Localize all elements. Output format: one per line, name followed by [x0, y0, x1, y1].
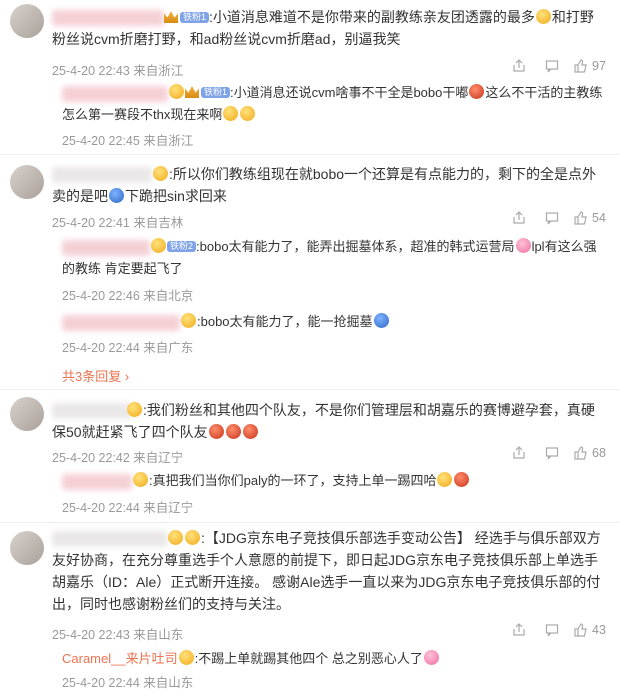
sub-comment-text: :bobo太有能力了，能一抢掘墓: [62, 311, 607, 333]
like-button[interactable]: 97: [574, 59, 606, 73]
sub-comment-meta: 25-4-20 22:44 来自山东: [62, 676, 194, 690]
fan-badge: 铁粉1: [201, 87, 231, 98]
sub-comment-text: Caramel__来片吐司:不踢上单就踢其他四个 总之别恶心人了: [62, 648, 607, 670]
comment-icon: [545, 60, 559, 73]
emoji-icon: [423, 650, 439, 665]
like-button[interactable]: 54: [574, 211, 606, 225]
divider: [0, 522, 620, 523]
thumbs-up-icon: [574, 211, 587, 225]
avatar[interactable]: [10, 397, 44, 431]
verified-icon: [185, 530, 200, 545]
verified-icon: [168, 530, 183, 545]
like-count: 54: [592, 211, 606, 225]
sub-comment-meta: 25-4-20 22:45 来自浙江: [62, 134, 194, 148]
emoji-icon: [223, 106, 239, 121]
verified-icon: [181, 313, 196, 328]
avatar[interactable]: [10, 165, 44, 199]
like-count: 97: [592, 59, 606, 73]
comment-text: :【JDG京东电子竞技俱乐部选手变动公告】 经选手与俱乐部双方友好协商，在充分尊…: [52, 530, 601, 612]
fan-badge: 铁粉2: [167, 241, 197, 252]
comment-meta: 25-4-20 22:42 来自辽宁: [52, 451, 184, 465]
verified-icon: [133, 472, 148, 487]
emoji-icon: [240, 106, 256, 121]
comment-icon: [545, 212, 559, 225]
verified-icon: [127, 402, 142, 417]
thumbs-up-icon: [574, 623, 587, 637]
comment-icon: [545, 447, 559, 460]
comment-meta: 25-4-20 22:43 来自山东: [52, 628, 184, 642]
emoji-icon: [373, 313, 389, 328]
sub-comment-meta: 25-4-20 22:44 来自广东: [62, 341, 194, 355]
emoji-icon: [242, 424, 258, 439]
comment-text: 铁粉1:小道消息难道不是你带来的副教练亲友团透露的最多 和打野粉丝说cvm折磨打野…: [52, 9, 594, 47]
comment-meta: 25-4-20 22:43 来自浙江: [52, 64, 184, 78]
divider: [0, 154, 620, 155]
emoji-icon: [208, 424, 224, 439]
sub-comment-text: :真把我们当你们paly的一环了，支持上单一踢四哈: [62, 470, 607, 492]
like-button[interactable]: 68: [574, 446, 606, 460]
sub-comment-text: 铁粉2:bobo太有能力了，能弄出掘墓体系，超准的韩式运营局 lpl有这么强的教练…: [62, 238, 597, 276]
share-icon: [513, 446, 525, 459]
like-button[interactable]: 43: [574, 623, 606, 637]
emoji-icon: [437, 472, 453, 487]
emoji-icon: [454, 472, 470, 487]
share-icon: [513, 211, 525, 224]
like-count: 43: [592, 623, 606, 637]
comment-meta: 25-4-20 22:41 来自吉林: [52, 216, 184, 230]
avatar[interactable]: [10, 531, 44, 565]
reply-button[interactable]: [545, 211, 559, 225]
reply-button[interactable]: [545, 59, 559, 73]
like-count: 68: [592, 446, 606, 460]
sub-comment-meta: 25-4-20 22:44 来自辽宁: [62, 501, 194, 515]
verified-icon: [178, 650, 194, 665]
share-icon: [513, 623, 525, 636]
verified-icon: [151, 238, 166, 253]
sub-comment-meta: 25-4-20 22:46 来自北京: [62, 289, 194, 303]
fan-badge: 铁粉1: [180, 12, 210, 23]
share-icon: [513, 59, 525, 72]
emoji-icon: [515, 238, 531, 253]
share-button[interactable]: [512, 59, 526, 73]
view-more-replies-link[interactable]: 共3条回复 ›: [62, 366, 129, 385]
divider: [0, 389, 620, 390]
emoji-icon: [153, 166, 168, 181]
comment-icon: [545, 624, 559, 637]
comment-text: :我们粉丝和其他四个队友，不是你们管理层和胡嘉乐的赛博避孕套，真硬保50就赶紧飞…: [52, 402, 595, 440]
verified-icon: [169, 84, 184, 99]
reply-button[interactable]: [545, 623, 559, 637]
emoji-icon: [109, 188, 124, 203]
share-button[interactable]: [512, 623, 526, 637]
emoji-icon: [535, 9, 551, 24]
emoji-icon: [225, 424, 241, 439]
emoji-icon: [469, 84, 485, 99]
sub-comment-text: 铁粉1:小道消息还说cvm啥事不干全是bobo干嘟 这么不干活的主教练怎么第一赛段…: [62, 84, 603, 122]
thumbs-up-icon: [574, 59, 587, 73]
avatar[interactable]: [10, 4, 44, 38]
comment-text: :所以你们教练组现在就bobo一个还算是有点能力的，剩下的全是点外卖的是吧 下跪把…: [52, 166, 597, 204]
thumbs-up-icon: [574, 446, 587, 460]
crown-icon: [185, 86, 199, 98]
chevron-right-icon: ›: [124, 369, 130, 384]
share-button[interactable]: [512, 211, 526, 225]
share-button[interactable]: [512, 446, 526, 460]
sub-comment-username[interactable]: Caramel__来片吐司: [62, 651, 178, 666]
crown-icon: [164, 11, 178, 23]
reply-button[interactable]: [545, 446, 559, 460]
